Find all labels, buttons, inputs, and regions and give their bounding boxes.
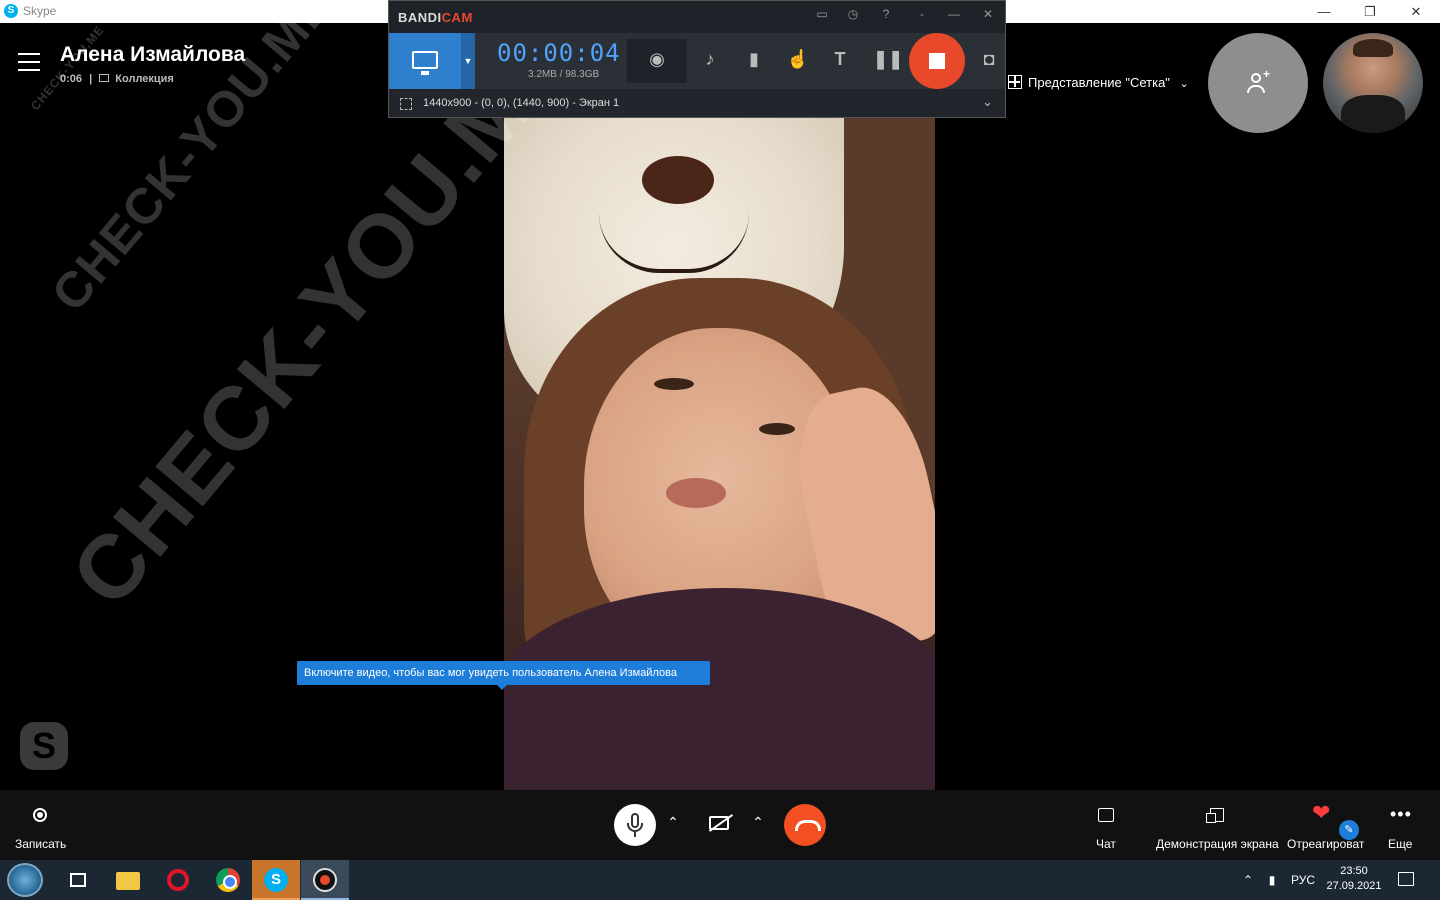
meta-separator: |	[89, 73, 93, 85]
end-call-button[interactable]	[784, 804, 826, 846]
menu-icon[interactable]	[18, 53, 40, 71]
region-bar: 1440x900 - (0, 0), (1440, 900) - Экран 1…	[389, 89, 1005, 117]
maximize-button[interactable]: ❐	[1347, 0, 1393, 23]
microphone-icon[interactable]: ▮	[741, 49, 767, 70]
folder-icon[interactable]: ▭	[813, 7, 831, 21]
history-icon[interactable]: ◷	[844, 7, 862, 21]
tray-chevron-up-icon[interactable]: ⌃	[1240, 860, 1256, 900]
call-meta: 0:06 | Коллекция	[60, 73, 174, 85]
close-icon[interactable]: ✕	[979, 7, 997, 21]
minimize-button[interactable]: —	[1301, 0, 1347, 23]
notification-icon[interactable]	[1398, 872, 1414, 886]
call-control-bar: Записать ⌃ ⌃ Чат Демонстрация экрана ❤ ✎…	[0, 790, 1440, 860]
chat-icon[interactable]	[1098, 808, 1114, 822]
mode-dropdown-icon[interactable]: ▼	[461, 33, 475, 89]
bandicam-title-bar: BANDICAM ▭ ◷ ? - — ✕	[389, 1, 1005, 33]
recording-timer: 00:00:04	[497, 39, 621, 67]
chevron-down-icon: ⌄	[1179, 78, 1189, 90]
maximize-icon[interactable]: —	[945, 7, 963, 21]
explorer-button[interactable]	[104, 860, 152, 900]
record-icon[interactable]	[33, 808, 47, 822]
screen-share-icon[interactable]	[1206, 808, 1224, 823]
skype-taskbar-button[interactable]: S	[252, 860, 300, 900]
file-size: 3.2MB / 98.3GB	[528, 69, 600, 80]
skype-logo-icon: S	[20, 722, 68, 770]
chrome-icon	[216, 868, 240, 892]
region-checkbox[interactable]	[400, 98, 412, 110]
monitor-icon	[412, 51, 438, 75]
minimize-icon[interactable]: -	[913, 7, 931, 21]
remote-video-feed	[504, 118, 935, 790]
system-clock[interactable]: 23:50 27.09.2021	[1322, 864, 1386, 894]
bandicam-icon	[313, 868, 337, 892]
task-view-icon	[70, 873, 86, 887]
pause-icon[interactable]: ❚❚	[873, 49, 903, 70]
record-button-label[interactable]: Записать	[15, 837, 66, 851]
explorer-icon	[116, 872, 140, 890]
region-label: 1440x900 - (0, 0), (1440, 900) - Экран 1	[423, 97, 620, 109]
collection-link[interactable]: Коллекция	[115, 73, 174, 85]
bandicam-logo: BANDICAM	[398, 10, 473, 25]
grid-view-label: Представление "Сетка"	[1028, 75, 1170, 90]
skype-icon: S	[264, 868, 288, 892]
opera-button[interactable]	[154, 860, 202, 900]
grid-icon	[1008, 75, 1022, 89]
heart-icon[interactable]: ❤	[1312, 800, 1330, 826]
clock-time: 23:50	[1340, 865, 1368, 877]
cursor-icon[interactable]: ☝	[785, 49, 811, 70]
windows-taskbar: S ⌃ ▮ РУС 23:50 27.09.2021	[0, 860, 1440, 900]
chat-button-label[interactable]: Чат	[1096, 837, 1116, 851]
camera-icon[interactable]: ◘	[976, 49, 1002, 70]
bandicam-taskbar-button[interactable]	[301, 860, 349, 900]
chrome-button[interactable]	[204, 860, 252, 900]
more-icon[interactable]: •••	[1390, 804, 1412, 825]
opera-icon	[167, 869, 189, 891]
webcam-icon[interactable]: ◉	[644, 49, 670, 70]
microphone-toggle-button[interactable]	[614, 804, 656, 846]
add-participant-button[interactable]: +	[1208, 33, 1308, 133]
stop-icon[interactable]	[909, 33, 965, 89]
task-view-button[interactable]	[54, 860, 102, 900]
self-avatar[interactable]	[1323, 33, 1423, 133]
screen: S Skype — ❐ ✕ Алена Измайлова 0:06 | Кол…	[0, 0, 1440, 900]
chevron-down-icon[interactable]: ⌄	[982, 94, 993, 110]
clock-date: 27.09.2021	[1326, 880, 1382, 892]
start-icon[interactable]	[7, 863, 43, 897]
microphone-tray-icon[interactable]: ▮	[1264, 860, 1280, 900]
grid-view-selector[interactable]: Представление "Сетка" ⌄	[1008, 75, 1189, 90]
enable-video-tooltip: Включите видео, чтобы вас мог увидеть по…	[297, 661, 710, 690]
gallery-icon	[99, 74, 110, 82]
bandicam-window: BANDICAM ▭ ◷ ? - — ✕ ▼ 00:00:04 3.2MB / …	[388, 0, 1006, 118]
screen-share-label[interactable]: Демонстрация экрана	[1156, 837, 1279, 851]
help-icon[interactable]: ?	[877, 7, 895, 21]
window-title: Skype	[23, 4, 57, 18]
speaker-icon[interactable]: ♪	[697, 49, 723, 70]
skype-app-icon: S	[4, 4, 18, 18]
screen-mode-button[interactable]	[389, 33, 461, 89]
video-off-icon[interactable]	[709, 816, 729, 830]
close-button[interactable]: ✕	[1393, 0, 1439, 23]
text-icon[interactable]: T	[827, 49, 853, 70]
more-button-label[interactable]: Еще	[1388, 837, 1412, 851]
video-options-chevron-icon[interactable]: ⌃	[748, 814, 768, 831]
mic-options-chevron-icon[interactable]: ⌃	[663, 814, 683, 831]
react-button-label[interactable]: Отреагироват	[1287, 837, 1364, 851]
language-indicator[interactable]: РУС	[1288, 860, 1318, 900]
